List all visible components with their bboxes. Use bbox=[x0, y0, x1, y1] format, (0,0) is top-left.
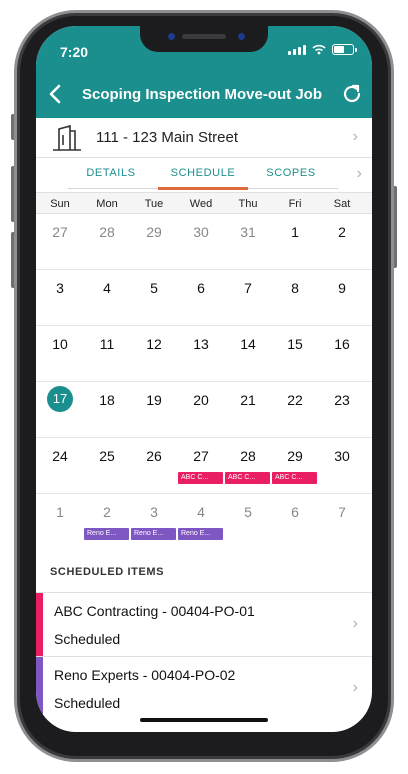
calendar-day[interactable]: 24 bbox=[40, 448, 80, 464]
calendar-day[interactable]: 18 bbox=[87, 392, 127, 408]
calendar-day[interactable]: 25 bbox=[87, 448, 127, 464]
calendar-day[interactable]: 6 bbox=[181, 280, 221, 296]
weekday-label: Tue bbox=[144, 198, 164, 210]
scheduled-item-status: Scheduled bbox=[54, 695, 121, 711]
event-abc-contracting[interactable]: ABC C... bbox=[272, 472, 317, 484]
calendar-day[interactable]: 8 bbox=[275, 280, 315, 296]
calendar-day[interactable]: 19 bbox=[134, 392, 174, 408]
status-color-bar bbox=[36, 593, 43, 657]
calendar-day[interactable]: 29 bbox=[275, 448, 315, 464]
event-abc-contracting[interactable]: ABC C... bbox=[178, 472, 223, 484]
tab-scroll-chevron-icon[interactable]: › bbox=[357, 165, 362, 183]
calendar-day[interactable]: 9 bbox=[322, 280, 362, 296]
event-reno-experts[interactable]: Reno E... bbox=[84, 528, 129, 540]
signal-icon bbox=[288, 44, 306, 55]
calendar-day[interactable]: 12 bbox=[134, 336, 174, 352]
scheduled-item-name: Reno Experts - 00404-PO-02 bbox=[54, 667, 236, 683]
scheduled-item[interactable]: Reno Experts - 00404-PO-02 Scheduled › bbox=[36, 656, 372, 721]
weekday-label: Mon bbox=[96, 198, 118, 210]
status-icons bbox=[288, 44, 357, 55]
page-title: Scoping Inspection Move-out Job bbox=[82, 86, 322, 103]
calendar-day[interactable]: 30 bbox=[181, 224, 221, 240]
calendar-day[interactable]: 14 bbox=[228, 336, 268, 352]
tab-active-indicator bbox=[158, 187, 248, 190]
calendar-day[interactable]: 26 bbox=[134, 448, 174, 464]
tab-bar: DETAILS SCHEDULE SCOPES › bbox=[36, 158, 372, 190]
calendar-day-today[interactable]: 17 bbox=[47, 386, 73, 412]
tab-details[interactable]: DETAILS bbox=[76, 167, 146, 179]
speaker-grille bbox=[182, 34, 226, 39]
calendar-day[interactable]: 29 bbox=[134, 224, 174, 240]
status-color-bar bbox=[36, 657, 43, 721]
scheduled-items-header: SCHEDULED ITEMS bbox=[50, 566, 165, 578]
scheduled-item[interactable]: ABC Contracting - 00404-PO-01 Scheduled … bbox=[36, 592, 372, 657]
calendar-day[interactable]: 16 bbox=[322, 336, 362, 352]
calendar-day[interactable]: 4 bbox=[181, 504, 221, 520]
chevron-right-icon: › bbox=[352, 615, 358, 632]
battery-icon bbox=[332, 44, 357, 55]
event-reno-experts[interactable]: Reno E... bbox=[131, 528, 176, 540]
calendar-day[interactable]: 10 bbox=[40, 336, 80, 352]
calendar-day[interactable]: 20 bbox=[181, 392, 221, 408]
calendar-week: 10 11 12 13 14 15 16 bbox=[36, 326, 372, 382]
calendar-day[interactable]: 15 bbox=[275, 336, 315, 352]
app-screen: 7:20 Scoping Inspection Move-out Job 111… bbox=[36, 26, 372, 732]
calendar-day[interactable]: 2 bbox=[87, 504, 127, 520]
weekday-label: Wed bbox=[189, 198, 213, 210]
calendar-day[interactable]: 27 bbox=[181, 448, 221, 464]
calendar-week: 27 28 29 30 31 1 2 bbox=[36, 214, 372, 270]
calendar-day[interactable]: 5 bbox=[228, 504, 268, 520]
building-icon bbox=[53, 125, 81, 151]
calendar-day[interactable]: 6 bbox=[275, 504, 315, 520]
calendar-week: 1 2 3 4 5 6 7 Reno E... Reno E... Reno E… bbox=[36, 494, 372, 550]
event-reno-experts[interactable]: Reno E... bbox=[178, 528, 223, 540]
back-icon[interactable] bbox=[44, 82, 68, 106]
calendar-week: 17 18 19 20 21 22 23 bbox=[36, 382, 372, 438]
calendar-day[interactable]: 2 bbox=[322, 224, 362, 240]
calendar-day[interactable]: 22 bbox=[275, 392, 315, 408]
tab-schedule[interactable]: SCHEDULE bbox=[160, 167, 246, 179]
scheduled-item-status: Scheduled bbox=[54, 631, 121, 647]
calendar-day[interactable]: 13 bbox=[181, 336, 221, 352]
calendar-day[interactable]: 31 bbox=[228, 224, 268, 240]
weekday-header: Sun Mon Tue Wed Thu Fri Sat bbox=[36, 192, 372, 214]
calendar-day[interactable]: 1 bbox=[275, 224, 315, 240]
calendar-day[interactable]: 28 bbox=[228, 448, 268, 464]
weekday-label: Fri bbox=[288, 198, 302, 210]
weekday-label: Sat bbox=[333, 198, 351, 210]
calendar-day[interactable]: 4 bbox=[87, 280, 127, 296]
status-time: 7:20 bbox=[60, 44, 89, 60]
refresh-icon[interactable] bbox=[340, 82, 364, 106]
tab-scopes[interactable]: SCOPES bbox=[258, 167, 324, 179]
phone-notch bbox=[140, 26, 268, 52]
chevron-right-icon: › bbox=[352, 128, 358, 145]
calendar-day[interactable]: 3 bbox=[134, 504, 174, 520]
chevron-right-icon: › bbox=[352, 679, 358, 696]
calendar-day[interactable]: 23 bbox=[322, 392, 362, 408]
home-indicator[interactable] bbox=[140, 718, 268, 722]
calendar-day[interactable]: 7 bbox=[322, 504, 362, 520]
weekday-label: Thu bbox=[238, 198, 258, 210]
calendar-day[interactable]: 3 bbox=[40, 280, 80, 296]
weekday-label: Sun bbox=[50, 198, 70, 210]
calendar-day[interactable]: 7 bbox=[228, 280, 268, 296]
calendar-day[interactable]: 30 bbox=[322, 448, 362, 464]
wifi-icon bbox=[312, 44, 326, 55]
sensor-dot bbox=[238, 33, 245, 40]
calendar-day[interactable]: 27 bbox=[40, 224, 80, 240]
calendar-day[interactable]: 21 bbox=[228, 392, 268, 408]
camera-dot bbox=[168, 33, 175, 40]
event-abc-contracting[interactable]: ABC C... bbox=[225, 472, 270, 484]
calendar-day[interactable]: 28 bbox=[87, 224, 127, 240]
calendar-week: 24 25 26 27 28 29 30 ABC C... ABC C... A… bbox=[36, 438, 372, 494]
calendar-day[interactable]: 11 bbox=[87, 336, 127, 352]
address-text: 111 - 123 Main Street bbox=[96, 129, 239, 146]
calendar-day[interactable]: 1 bbox=[40, 504, 80, 520]
address-row[interactable]: 111 - 123 Main Street › bbox=[36, 118, 372, 158]
calendar-week: 3 4 5 6 7 8 9 bbox=[36, 270, 372, 326]
calendar-day[interactable]: 5 bbox=[134, 280, 174, 296]
scheduled-item-name: ABC Contracting - 00404-PO-01 bbox=[54, 603, 255, 619]
